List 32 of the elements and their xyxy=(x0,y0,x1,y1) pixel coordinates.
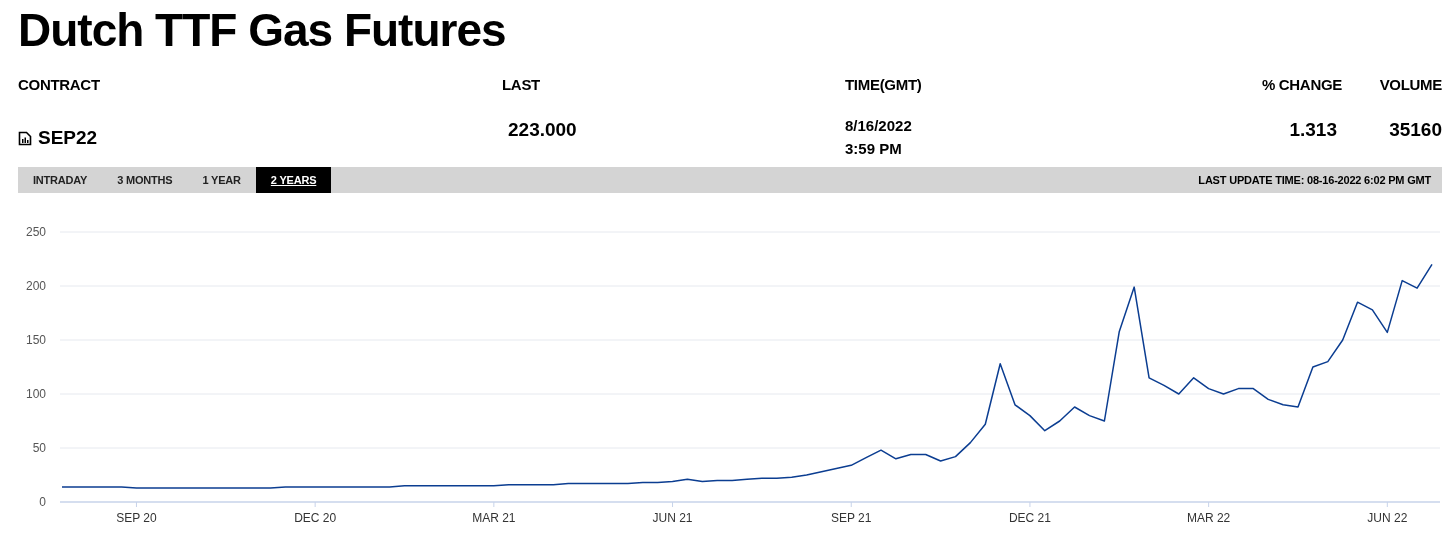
trade-time: 3:59 PM xyxy=(845,140,903,157)
x-tick-label: DEC 21 xyxy=(1008,511,1051,525)
range-tab[interactable]: 3 MONTHS xyxy=(102,167,188,193)
y-tick-label: 200 xyxy=(25,279,46,293)
y-tick-label: 150 xyxy=(25,333,46,347)
x-tick-label: DEC 20 xyxy=(294,511,337,525)
last-update-time: LAST UPDATE TIME: 08-16-2022 6:02 PM GMT xyxy=(1198,174,1432,186)
x-tick-label: SEP 20 xyxy=(116,511,157,525)
y-tick-label: 50 xyxy=(32,441,46,455)
column-header: VOLUME xyxy=(1379,76,1442,93)
column-header: CONTRACT xyxy=(18,76,101,93)
y-tick-label: 100 xyxy=(25,387,46,401)
column-header: LAST xyxy=(502,76,541,93)
x-tick-label: MAR 22 xyxy=(1186,511,1231,525)
range-tab[interactable]: INTRADAY xyxy=(18,167,103,193)
column-header: TIME(GMT) xyxy=(845,76,923,93)
range-tab[interactable]: 2 YEARS xyxy=(255,167,332,193)
volume-value: 35160 xyxy=(1389,119,1442,142)
trade-date: 8/16/2022 xyxy=(845,117,913,134)
x-tick-label: JUN 21 xyxy=(652,511,693,525)
column-header: % CHANGE xyxy=(1261,76,1342,93)
x-tick-label: JUN 22 xyxy=(1367,511,1408,525)
range-tab[interactable]: 1 YEAR xyxy=(187,167,256,193)
y-tick-label: 250 xyxy=(25,225,46,239)
x-tick-label: SEP 21 xyxy=(831,511,872,525)
page-title: Dutch TTF Gas Futures xyxy=(17,3,506,56)
percent-change: 1.313 xyxy=(1289,119,1337,142)
last-price: 223.000 xyxy=(508,119,578,142)
x-tick-label: MAR 21 xyxy=(472,511,516,525)
chart-document-icon[interactable] xyxy=(18,130,32,146)
contract-name: SEP22 xyxy=(38,127,98,149)
y-tick-label: 0 xyxy=(39,495,46,509)
